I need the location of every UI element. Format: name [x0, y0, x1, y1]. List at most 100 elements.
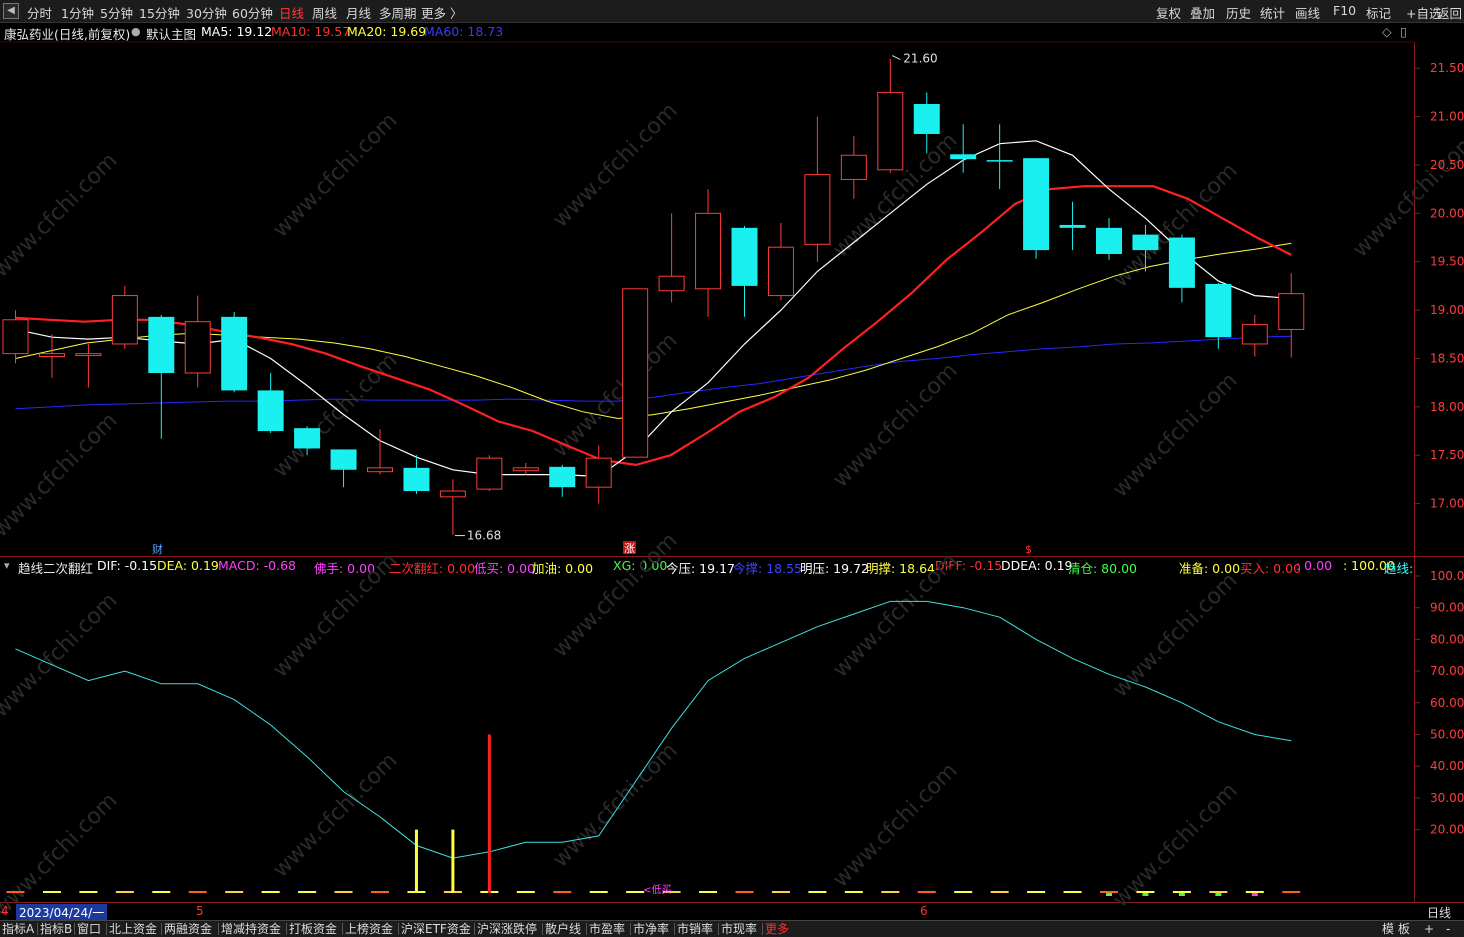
indicator-base-bar: [1027, 891, 1046, 893]
candle[interactable]: [476, 455, 503, 492]
tab-separator: [762, 923, 763, 935]
bottom-tab-8[interactable]: 沪深ETF资金: [401, 921, 471, 937]
candle-body-down: [257, 390, 284, 432]
stock-chart[interactable]: www.cfchi.com www.cfchi.com www.cfchi.com w…: [0, 0, 1464, 920]
candle[interactable]: [1059, 201, 1086, 251]
signal-dot: [1106, 893, 1112, 896]
bottom-tab-15[interactable]: 更多: [765, 921, 789, 937]
candle-body-down: [731, 227, 758, 286]
candle[interactable]: [403, 455, 430, 494]
candle[interactable]: [439, 479, 466, 535]
bottom-tab-2[interactable]: 窗口: [77, 921, 101, 937]
watermark-text: www.cfchi.com: [548, 98, 682, 232]
indicator-axis-label: 60.00: [1430, 696, 1464, 710]
zoom-out-button[interactable]: -: [1446, 921, 1450, 937]
current-date: 2023/04/24/一: [16, 904, 108, 921]
bottom-tab-11[interactable]: 市盈率: [589, 921, 625, 937]
candle[interactable]: [1096, 218, 1122, 260]
candle-body-down: [1205, 283, 1232, 338]
zoom-in-button[interactable]: +: [1424, 921, 1434, 937]
candle[interactable]: [1241, 314, 1268, 357]
indicator-base-bar: [188, 891, 207, 893]
candle[interactable]: [184, 295, 211, 388]
bottom-tab-3[interactable]: 北上资金: [109, 921, 157, 937]
watermark-text: www.cfchi.com: [828, 758, 962, 892]
candle-body-down: [1096, 227, 1122, 254]
candle[interactable]: [767, 223, 794, 301]
bottom-tab-7[interactable]: 上榜资金: [345, 921, 393, 937]
bottom-tab-6[interactable]: 打板资金: [289, 921, 337, 937]
indicator-base-bar: [152, 891, 171, 893]
price-axis-label: 19.00: [1430, 303, 1464, 317]
candle-body-down: [330, 449, 357, 470]
dividend-marker[interactable]: $: [1025, 543, 1032, 556]
indicator-base-bar: [1209, 891, 1228, 893]
candle[interactable]: [731, 225, 758, 317]
bottom-tab-10[interactable]: 散户线: [545, 921, 581, 937]
candle[interactable]: [367, 429, 393, 475]
indicator-base-bar: [298, 891, 317, 893]
indicator-base-bar: [589, 891, 608, 893]
candle-body-up: [476, 457, 503, 490]
watermark-text: www.cfchi.com: [1108, 568, 1242, 702]
watermark-text: www.cfchi.com: [1348, 128, 1464, 262]
bottom-tab-13[interactable]: 市销率: [677, 921, 713, 937]
candle[interactable]: [221, 312, 248, 393]
bottom-tab-14[interactable]: 市现率: [721, 921, 757, 937]
candle[interactable]: [75, 343, 102, 388]
indicator-base-bar: [844, 891, 863, 893]
indicator-base-bar: [626, 891, 645, 893]
tab-separator: [342, 923, 343, 935]
indicator-axis-label: 20.00: [1430, 823, 1464, 837]
price-axis-label: 21.50: [1430, 61, 1464, 75]
tab-separator: [37, 923, 38, 935]
indicator-axis-label: 50.00: [1430, 728, 1464, 742]
candle[interactable]: [1278, 273, 1305, 358]
candle[interactable]: [840, 135, 867, 199]
candle[interactable]: [512, 462, 539, 475]
tab-separator: [286, 923, 287, 935]
candle[interactable]: [804, 116, 831, 262]
bottom-tab-9[interactable]: 沪深涨跌停: [477, 921, 537, 937]
bottom-tab-1[interactable]: 指标B: [40, 921, 72, 937]
candle[interactable]: [622, 288, 649, 458]
candle[interactable]: [330, 449, 357, 488]
candle[interactable]: [695, 189, 722, 317]
candle[interactable]: [877, 58, 904, 173]
watermark-text: www.cfchi.com: [0, 788, 123, 920]
candle-body-down: [950, 154, 977, 160]
candle-body-down: [403, 467, 430, 492]
indicator-base-bar: [917, 891, 936, 893]
watermark-text: www.cfchi.com: [1108, 368, 1242, 502]
bottom-tab-0[interactable]: 指标A: [2, 921, 34, 937]
bottom-tab-12[interactable]: 市净率: [633, 921, 669, 937]
price-axis-label: 21.00: [1430, 110, 1464, 124]
candle[interactable]: [986, 124, 1013, 190]
candle[interactable]: [257, 372, 284, 433]
indicator-axis-label: 70.00: [1430, 664, 1464, 678]
indicator-base-bar: [1136, 891, 1155, 893]
indicator-base-bar: [79, 891, 98, 893]
candle[interactable]: [549, 464, 576, 497]
candle-body-down: [1168, 237, 1195, 288]
price-axis-label: 18.50: [1430, 351, 1464, 365]
price-axis-label: 18.00: [1430, 400, 1464, 414]
candle-body-up: [1278, 293, 1305, 330]
candle[interactable]: [1023, 158, 1050, 259]
candle-body-up: [111, 295, 138, 345]
bottom-tab-4[interactable]: 两融资金: [164, 921, 212, 937]
candle-body-up: [767, 246, 794, 297]
candle[interactable]: [1168, 234, 1195, 303]
template-button[interactable]: 模 板: [1382, 921, 1410, 937]
candle[interactable]: [38, 334, 65, 378]
finance-marker[interactable]: 财: [152, 542, 163, 556]
candle[interactable]: [148, 314, 175, 439]
indicator-base-bar: [1063, 891, 1082, 893]
candle[interactable]: [658, 213, 685, 303]
indicator-base-bar: [261, 891, 280, 893]
indicator-base-bar: [699, 891, 718, 893]
bottom-tab-5[interactable]: 增减持资金: [221, 921, 281, 937]
period-label[interactable]: 日线: [1427, 904, 1451, 921]
candle[interactable]: [111, 285, 138, 349]
limit-up-marker[interactable]: 涨: [624, 542, 635, 555]
